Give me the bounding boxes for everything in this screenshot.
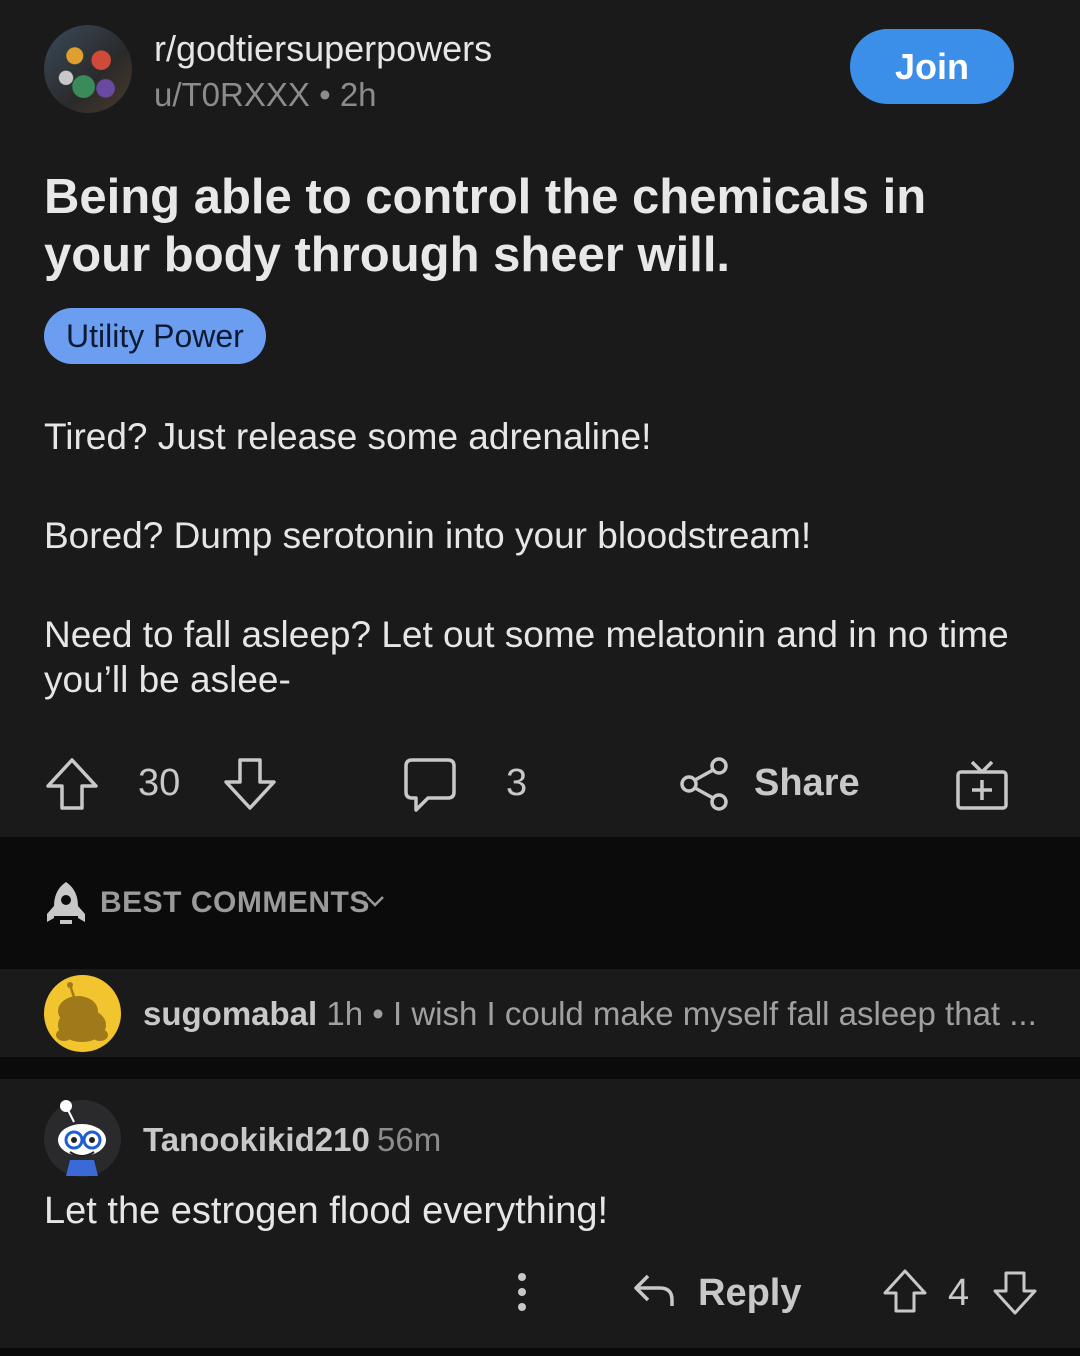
post-author[interactable]: u/T0RXXX	[154, 76, 310, 113]
comment-preview: I wish I could make myself fall asleep t…	[393, 995, 1037, 1032]
downvote-icon[interactable]	[222, 756, 278, 812]
post-age: 2h	[339, 76, 377, 113]
meta-separator: •	[319, 76, 331, 113]
subreddit-name[interactable]: r/godtiersuperpowers	[154, 28, 492, 70]
award-icon[interactable]	[954, 756, 1010, 812]
post-body-paragraph: Bored? Dump serotonin into your bloodstr…	[44, 515, 812, 556]
vote-count: 30	[138, 762, 181, 804]
bottom-divider	[0, 1348, 1080, 1356]
reply-icon[interactable]	[632, 1270, 676, 1312]
sort-selector[interactable]: BEST COMMENTS	[100, 886, 370, 920]
comment-count: 3	[506, 762, 528, 804]
snoo-avatar[interactable]	[44, 975, 121, 1052]
upvote-icon[interactable]	[44, 756, 100, 812]
upvote-icon[interactable]	[882, 1268, 928, 1314]
reply-button[interactable]: Reply	[698, 1272, 801, 1315]
comment-age: 56m	[377, 1121, 442, 1158]
chevron-down-icon[interactable]	[364, 894, 386, 910]
post-body-paragraph: Tired? Just release some adrenaline!	[44, 416, 652, 457]
vote-count: 4	[948, 1272, 970, 1314]
comment-age: 1h	[326, 995, 364, 1032]
collapsed-comment-line[interactable]: sugomabal 1h • I wish I could make mysel…	[143, 995, 1037, 1033]
comment-body: Let the estrogen flood everything!	[44, 1190, 609, 1232]
downvote-icon[interactable]	[992, 1270, 1038, 1316]
comment-divider	[0, 1057, 1080, 1079]
join-button[interactable]: Join	[850, 29, 1014, 104]
comment-username[interactable]: Tanookikid210	[143, 1121, 370, 1159]
share-icon[interactable]	[678, 756, 730, 812]
meta-separator: •	[372, 995, 384, 1032]
subreddit-avatar[interactable]	[44, 25, 132, 113]
post-body-paragraph: Need to fall asleep? Let out some melato…	[44, 614, 1009, 700]
rocket-icon	[47, 882, 85, 924]
comment-icon[interactable]	[402, 756, 458, 814]
post-flair[interactable]: Utility Power	[44, 308, 266, 364]
sort-label: BEST COMMENTS	[100, 886, 370, 919]
comment-username[interactable]: sugomabal	[143, 995, 317, 1032]
post-action-bar: 30 3 Share	[0, 750, 1080, 820]
post-title: Being able to control the chemicals in y…	[44, 170, 927, 282]
more-icon[interactable]	[510, 1272, 534, 1312]
share-button[interactable]: Share	[754, 762, 860, 805]
post-meta: u/T0RXXX • 2h	[154, 76, 377, 114]
snoo-avatar[interactable]	[44, 1100, 121, 1177]
